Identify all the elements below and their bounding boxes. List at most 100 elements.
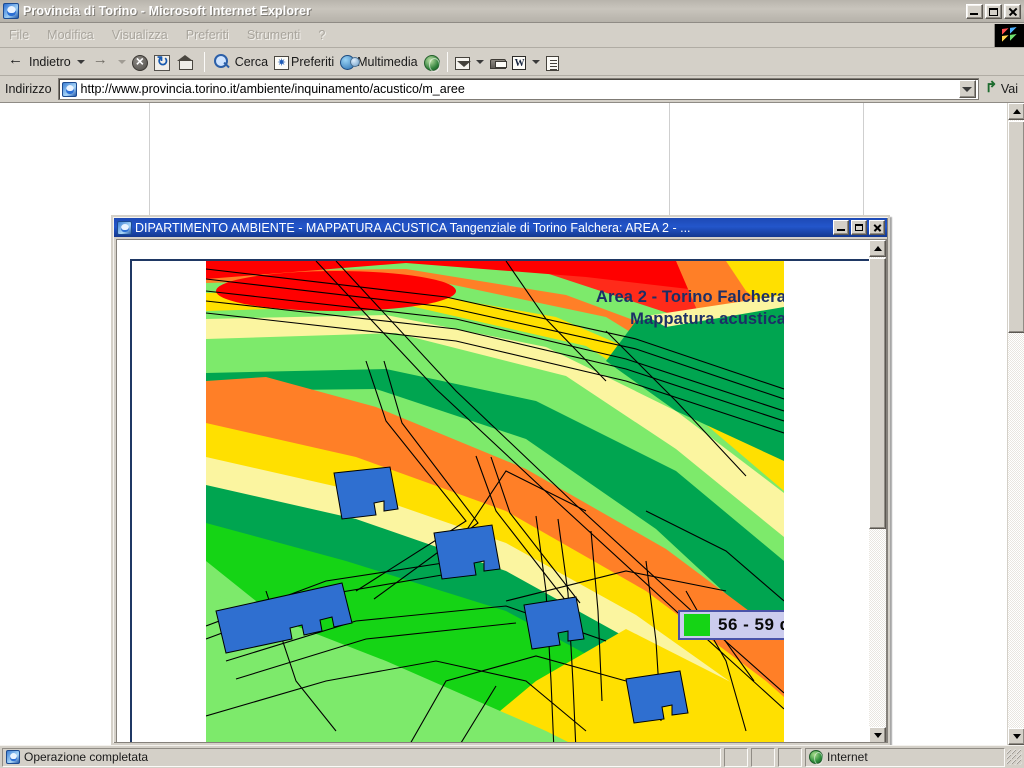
minimize-button[interactable] — [966, 3, 983, 19]
browser-toolbar: Indietro Cerca Preferiti Multimedia — [0, 48, 1024, 76]
status-zone-pane[interactable]: Internet — [805, 747, 1005, 767]
windows-logo-button[interactable] — [994, 23, 1024, 47]
resize-grip[interactable] — [1006, 749, 1022, 765]
status-pane-3 — [751, 747, 775, 767]
go-label: Vai — [1000, 82, 1018, 96]
back-icon — [6, 51, 27, 72]
triangle-down-icon — [873, 733, 882, 738]
status-pane-2 — [724, 747, 748, 767]
go-button[interactable]: Vai — [979, 78, 1024, 96]
forward-button[interactable] — [88, 50, 115, 74]
refresh-icon — [153, 53, 170, 71]
toolbar-separator-2 — [446, 51, 448, 72]
edit-dropdown-icon[interactable] — [531, 59, 540, 64]
menu-visualizza[interactable]: Visualizza — [103, 26, 177, 44]
discuss-button[interactable] — [543, 50, 562, 74]
window-title: Provincia di Torino - Microsoft Internet… — [23, 4, 312, 18]
history-icon — [423, 54, 440, 72]
windows-flag-icon — [1002, 26, 1017, 44]
status-page-icon — [6, 750, 20, 764]
noise-contour-map — [206, 261, 784, 742]
menu-bar: File Modifica Visualizza Preferiti Strum… — [0, 23, 1024, 48]
page-icon — [61, 81, 77, 97]
popup-scroll-down-button[interactable] — [869, 727, 886, 742]
status-pane-4 — [778, 747, 802, 767]
print-button[interactable] — [487, 50, 509, 74]
browser-title-bar: Provincia di Torino - Microsoft Internet… — [0, 0, 1024, 23]
address-label: Indirizzo — [5, 82, 52, 96]
popup-close-button[interactable] — [869, 220, 885, 235]
multimedia-icon — [340, 55, 361, 70]
status-message-pane: Operazione completata — [2, 747, 721, 767]
map-caption: Area 2 - Torino Falchera Mappatura acust… — [506, 286, 784, 330]
map-caption-line-1: Area 2 - Torino Falchera — [595, 288, 784, 306]
popup-restore-button[interactable] — [851, 220, 867, 235]
triangle-down-icon — [1012, 734, 1021, 739]
discuss-icon — [545, 55, 559, 71]
popup-window: DIPARTIMENTO AMBIENTE - MAPPATURA ACUSTI… — [111, 215, 890, 745]
stop-icon — [131, 53, 148, 71]
band-peak — [216, 271, 456, 311]
toolbar-separator — [203, 51, 205, 72]
popup-title-bar[interactable]: DIPARTIMENTO AMBIENTE - MAPPATURA ACUSTI… — [114, 218, 887, 237]
mail-icon — [454, 56, 471, 70]
favorites-label: Preferiti — [291, 54, 335, 69]
popup-vertical-scrollbar[interactable] — [869, 240, 886, 742]
back-label: Indietro — [29, 54, 71, 69]
acoustic-map-image[interactable]: Area 2 - Torino Falchera Mappatura acust… — [206, 261, 784, 742]
menu-strumenti[interactable]: Strumenti — [238, 26, 310, 44]
close-button[interactable] — [1004, 3, 1021, 19]
favorites-button[interactable]: Preferiti — [271, 50, 337, 74]
go-icon — [985, 78, 999, 96]
internet-explorer-window: Provincia di Torino - Microsoft Internet… — [0, 0, 1024, 768]
internet-zone-icon — [809, 750, 823, 765]
popup-scroll-thumb[interactable] — [869, 258, 886, 529]
multimedia-label: Multimedia — [357, 54, 418, 69]
refresh-button[interactable] — [151, 50, 173, 74]
menu-preferiti[interactable]: Preferiti — [177, 26, 238, 44]
search-button[interactable]: Cerca — [209, 50, 271, 74]
menu-modifica[interactable]: Modifica — [38, 26, 103, 44]
page-scroll-down-button[interactable] — [1008, 728, 1024, 745]
mail-button[interactable] — [452, 50, 473, 74]
legend-label: 56 - 59 dB — [718, 615, 784, 634]
multimedia-button[interactable]: Multimedia — [337, 50, 420, 74]
address-url-text: http://www.provincia.torino.it/ambiente/… — [80, 82, 465, 96]
edit-word-icon — [511, 56, 526, 70]
status-message: Operazione completata — [24, 750, 149, 764]
popup-scroll-up-button[interactable] — [869, 240, 886, 257]
address-dropdown-button[interactable] — [958, 80, 976, 98]
popup-client-area: Area 2 - Torino Falchera Mappatura acust… — [116, 239, 887, 743]
triangle-up-icon — [873, 246, 882, 251]
popup-page-icon — [117, 220, 132, 235]
favorites-icon — [274, 56, 290, 70]
back-dropdown-icon[interactable] — [76, 59, 85, 64]
mail-dropdown-icon[interactable] — [475, 59, 484, 64]
status-bar: Operazione completata Internet — [0, 745, 1024, 768]
forward-dropdown-icon[interactable] — [117, 59, 126, 64]
page-scroll-thumb[interactable] — [1008, 121, 1024, 333]
back-button[interactable]: Indietro — [3, 50, 74, 74]
menu-help[interactable]: ? — [309, 26, 334, 44]
menu-file[interactable]: File — [0, 26, 38, 44]
internet-explorer-icon — [3, 3, 19, 19]
popup-window-title: DIPARTIMENTO AMBIENTE - MAPPATURA ACUSTI… — [135, 220, 691, 235]
status-zone-label: Internet — [827, 750, 868, 764]
history-button[interactable] — [421, 50, 443, 74]
home-button[interactable] — [173, 50, 200, 74]
legend-color-swatch — [684, 614, 710, 636]
stop-button[interactable] — [129, 50, 151, 74]
page-scroll-up-button[interactable] — [1008, 103, 1024, 120]
map-caption-line-2: Mappatura acustica — [630, 310, 784, 328]
edit-button[interactable] — [509, 50, 529, 74]
home-icon — [176, 52, 197, 72]
address-bar: Indirizzo http://www.provincia.torino.it… — [0, 76, 1024, 103]
document-frame: Area 2 - Torino Falchera Mappatura acust… — [130, 259, 871, 742]
forward-icon — [91, 51, 112, 72]
print-icon — [489, 59, 507, 69]
popup-minimize-button[interactable] — [833, 220, 849, 235]
page-vertical-scrollbar[interactable] — [1007, 103, 1024, 745]
restore-button[interactable] — [985, 3, 1002, 19]
chevron-down-icon — [962, 86, 973, 92]
address-input[interactable]: http://www.provincia.torino.it/ambiente/… — [57, 78, 979, 100]
